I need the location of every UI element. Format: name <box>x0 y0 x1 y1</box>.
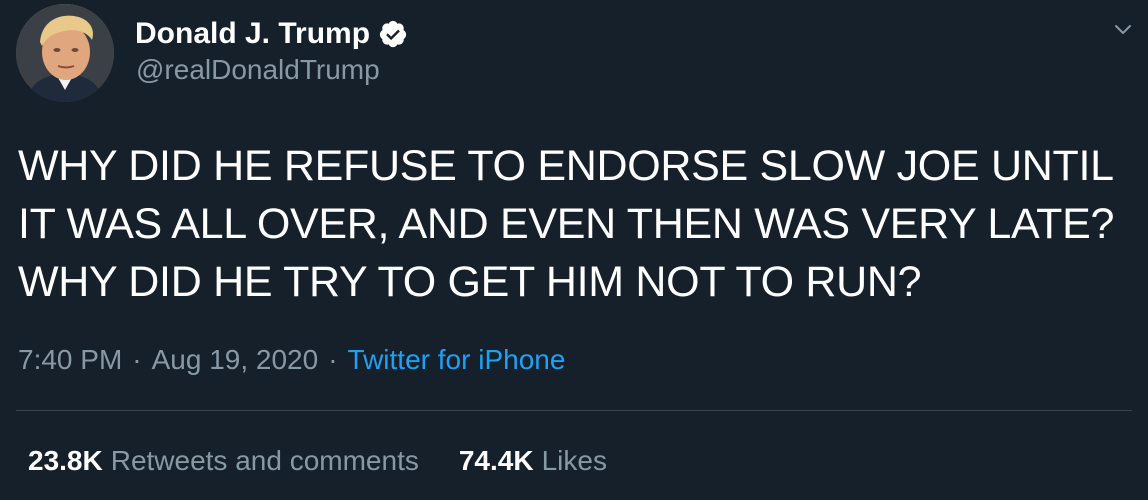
profile-photo-icon <box>16 4 114 102</box>
likes-label: Likes <box>541 445 607 476</box>
user-handle[interactable]: @realDonaldTrump <box>136 54 380 86</box>
meta-separator: · <box>132 344 142 375</box>
likes-count: 74.4K <box>458 445 534 476</box>
author-name-row[interactable]: Donald J. Trump <box>135 14 408 54</box>
tweet-card: Donald J. Trump @realDonaldTrump WHY DID… <box>0 0 1148 500</box>
tweet-date[interactable]: Aug 19, 2020 <box>152 344 319 376</box>
tweet-text: WHY DID HE REFUSE TO ENDORSE SLOW JOE UN… <box>18 142 1115 306</box>
likes-stat[interactable]: 74.4K Likes <box>459 445 607 477</box>
retweets-stat[interactable]: 23.8K Retweets and comments <box>28 445 419 477</box>
tweet-meta: 7:40 PM · Aug 19, 2020 · Twitter for iPh… <box>18 344 565 376</box>
display-name[interactable]: Donald J. Trump <box>135 17 370 51</box>
meta-separator: · <box>328 344 338 375</box>
chevron-down-icon[interactable] <box>1112 18 1134 40</box>
tweet-stats: 23.8K Retweets and comments 74.4K Likes <box>28 445 647 477</box>
retweets-label: Retweets and comments <box>110 445 419 476</box>
retweets-count: 23.8K <box>28 445 103 476</box>
divider <box>16 410 1132 411</box>
tweet-time[interactable]: 7:40 PM <box>18 344 122 376</box>
verified-badge-icon <box>378 19 408 49</box>
tweet-source-link[interactable]: Twitter for iPhone <box>348 344 566 376</box>
avatar[interactable] <box>16 4 114 102</box>
